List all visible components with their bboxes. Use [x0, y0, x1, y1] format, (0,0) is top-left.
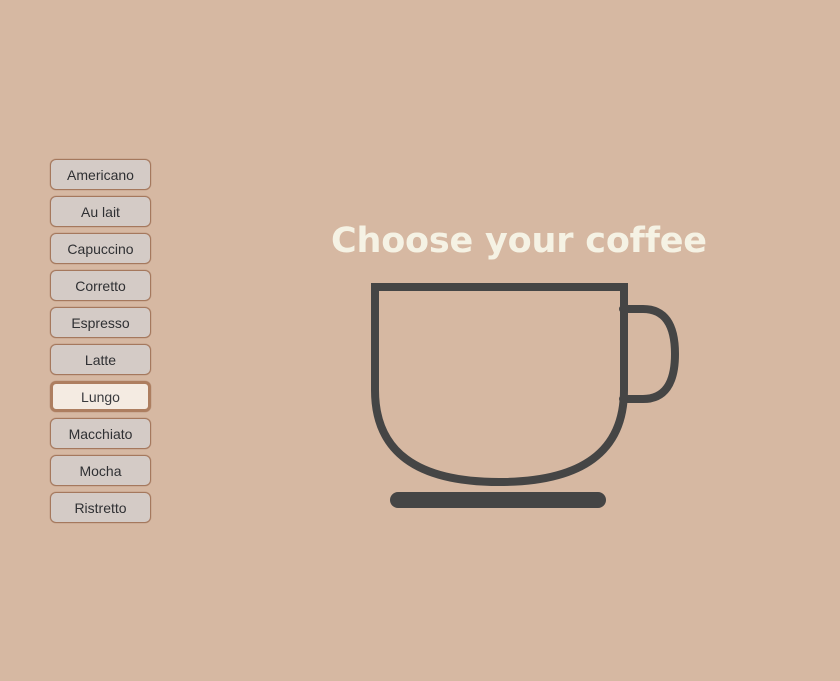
coffee-chooser-app: Americano Au lait Capuccino Corretto Espress…: [0, 0, 840, 681]
coffee-option-espresso[interactable]: Espresso: [50, 307, 151, 338]
coffee-option-latte[interactable]: Latte: [50, 344, 151, 375]
cup-body-icon: [371, 283, 628, 487]
cup-handle-icon: [619, 305, 679, 403]
coffee-option-capuccino[interactable]: Capuccino: [50, 233, 151, 264]
coffee-cup-icon: [371, 283, 679, 508]
coffee-option-corretto[interactable]: Corretto: [50, 270, 151, 301]
coffee-cup-illustration: [355, 270, 695, 520]
page-title: Choose your coffee: [331, 221, 707, 261]
coffee-option-americano[interactable]: Americano: [50, 159, 151, 190]
coffee-option-lungo[interactable]: Lungo: [50, 381, 151, 412]
coffee-option-au-lait[interactable]: Au lait: [50, 196, 151, 227]
coffee-type-list: Americano Au lait Capuccino Corretto Espress…: [50, 159, 151, 523]
coffee-option-macchiato[interactable]: Macchiato: [50, 418, 151, 449]
coffee-option-ristretto[interactable]: Ristretto: [50, 492, 151, 523]
coffee-option-mocha[interactable]: Mocha: [50, 455, 151, 486]
